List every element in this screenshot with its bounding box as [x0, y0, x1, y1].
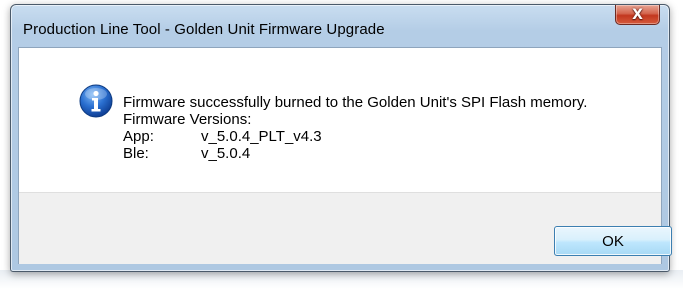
version-label: App: — [123, 128, 154, 145]
message-area: Firmware successfully burned to the Gold… — [19, 48, 661, 192]
ok-button[interactable]: OK — [554, 226, 672, 256]
version-label: Ble: — [123, 145, 149, 162]
message-dialog: Production Line Tool - Golden Unit Firmw… — [10, 4, 672, 272]
information-icon — [79, 84, 113, 118]
message-line: Firmware successfully burned to the Gold… — [123, 94, 588, 111]
version-value: v_5.0.4_PLT_v4.3 — [201, 128, 322, 145]
version-value: v_5.0.4 — [201, 145, 251, 162]
dialog-body: Firmware successfully burned to the Gold… — [18, 47, 672, 264]
message-text: Firmware successfully burned to the Gold… — [123, 94, 587, 162]
close-button[interactable]: X — [615, 5, 660, 25]
window-title: Production Line Tool - Golden Unit Firmw… — [23, 21, 385, 38]
desktop-background — [0, 270, 683, 289]
versions-heading: Firmware Versions: — [123, 111, 252, 128]
close-icon: X — [632, 6, 643, 23]
button-area: OK — [19, 192, 672, 264]
title-bar[interactable]: Production Line Tool - Golden Unit Firmw… — [11, 5, 669, 47]
version-row-app: App: v_5.0.4_PLT_v4.3 — [123, 128, 587, 145]
version-row-ble: Ble: v_5.0.4 — [123, 145, 587, 162]
